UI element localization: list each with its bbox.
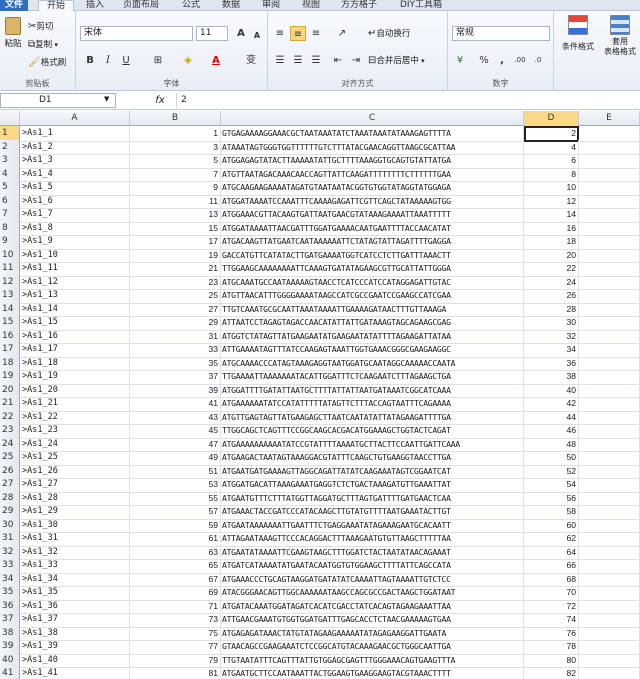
column-header-row: A B C D E	[0, 111, 640, 126]
name-box-dropdown-icon[interactable]: ▼	[104, 95, 109, 103]
number-format-select[interactable]: 常规	[452, 26, 550, 41]
merge-center-label: 合并后居中	[376, 56, 419, 66]
align-middle-icon[interactable]: ≡	[290, 26, 306, 41]
column-header-d[interactable]: D	[524, 111, 579, 126]
underline-button[interactable]: U	[118, 53, 134, 68]
align-bottom-icon[interactable]: ≡	[308, 26, 324, 41]
font-group: 宋体 11 A A B I U ⊞ ◈ A 变 字体	[76, 11, 268, 91]
font-size-select[interactable]: 11	[196, 26, 228, 41]
italic-button[interactable]: I	[100, 53, 116, 68]
phonetic-button[interactable]: 变	[240, 53, 262, 68]
worksheet-grid: 1 >As1_1 1 GTGAGAAAAGGAAACGCTAATAAATATCTAAA…	[0, 126, 640, 679]
increase-decimal-icon[interactable]: .00	[512, 53, 528, 68]
column-header-c[interactable]: C	[221, 111, 524, 126]
bold-button[interactable]: B	[82, 53, 98, 68]
cell-b[interactable]: 81	[130, 666, 221, 679]
align-left-icon[interactable]: ☰	[272, 53, 288, 68]
tab-formulas[interactable]: 公式	[176, 0, 206, 11]
merge-center-button[interactable]: ⊟合并后居中 ▾	[368, 54, 425, 68]
comma-button[interactable]: ,	[494, 53, 510, 68]
insert-function-button[interactable]: fx	[150, 93, 170, 108]
column-header-b[interactable]: B	[130, 111, 221, 126]
cell-e[interactable]	[579, 666, 640, 679]
column-header-e[interactable]: E	[579, 111, 640, 126]
alignment-group: ≡ ≡ ≡ ↗ ↵自动换行 ☰ ☰ ☰ ⇤ ⇥ ⊟合并后居中 ▾ 对齐方式	[268, 11, 448, 91]
conditional-format-button[interactable]: 条件格式	[558, 15, 598, 52]
name-box[interactable]: D1	[0, 93, 116, 108]
clipboard-group: 粘贴 ✂剪切 ⧉复制 ▾ 🖌格式刷 剪贴板	[0, 11, 76, 91]
formula-input[interactable]: 2	[176, 93, 638, 108]
brush-icon: 🖌	[28, 57, 41, 68]
cut-button[interactable]: ✂剪切	[28, 20, 53, 34]
table-row: 41 >As1_41 81 ATGAATGCTTCCAATAAATTACTGGAAGT…	[0, 666, 640, 679]
align-right-icon[interactable]: ☰	[308, 53, 324, 68]
font-group-label: 字体	[163, 79, 180, 88]
currency-icon[interactable]: ¥	[452, 53, 468, 68]
ribbon-tab-bar: 文件 开始 插入 页面布局 公式 数据 审阅 视图 方方格子 DIY工具箱	[0, 0, 640, 12]
ribbon: 粘贴 ✂剪切 ⧉复制 ▾ 🖌格式刷 剪贴板 宋体 11 A A B I U ⊞ …	[0, 11, 640, 91]
tab-insert[interactable]: 插入	[80, 0, 110, 11]
copy-label: 复制	[35, 40, 53, 50]
fill-color-icon[interactable]: ◈	[180, 53, 196, 68]
format-painter-label: 格式刷	[40, 58, 67, 68]
cut-label: 剪切	[36, 22, 54, 32]
formula-bar: D1 ▼ fx 2	[0, 92, 640, 110]
font-name-select[interactable]: 宋体	[80, 26, 193, 41]
border-icon[interactable]: ⊞	[150, 53, 166, 68]
decrease-decimal-icon[interactable]: .0	[530, 53, 546, 68]
increase-indent-icon[interactable]: ⇥	[348, 53, 364, 68]
format-painter-button[interactable]: 🖌格式刷	[28, 56, 66, 70]
paste-icon	[5, 17, 21, 35]
tab-file[interactable]: 文件	[0, 0, 28, 11]
wrap-text-label: 自动换行	[376, 29, 411, 39]
font-color-icon[interactable]: A	[208, 53, 224, 68]
tab-review[interactable]: 审阅	[256, 0, 286, 11]
paste-label: 粘贴	[4, 39, 22, 49]
number-group-label: 数字	[492, 79, 509, 88]
paste-button[interactable]: 粘贴	[2, 15, 24, 59]
clipboard-group-label: 剪贴板	[25, 79, 50, 88]
tab-page-layout[interactable]: 页面布局	[118, 0, 164, 11]
wrap-text-button[interactable]: ↵自动换行	[368, 27, 410, 41]
tab-data[interactable]: 数据	[216, 0, 246, 11]
table-icon	[610, 15, 630, 35]
format-as-table-label: 套用 表格格式	[604, 37, 636, 56]
cell-c[interactable]: ATGAATGCTTCCAATAAATTACTGGAAGTGAAGGAAGTAC…	[221, 666, 524, 679]
align-center-icon[interactable]: ☰	[290, 53, 306, 68]
tab-fangfang[interactable]: 方方格子	[336, 0, 382, 11]
format-as-table-button[interactable]: 套用 表格格式	[600, 15, 640, 57]
row-header[interactable]: 41	[0, 666, 20, 679]
cell-a[interactable]: >As1_41	[20, 666, 130, 679]
select-all-corner[interactable]	[0, 111, 20, 126]
percent-button[interactable]: %	[476, 53, 492, 68]
column-header-a[interactable]: A	[20, 111, 130, 126]
shrink-font-button[interactable]: A	[249, 28, 265, 43]
tab-view[interactable]: 视图	[296, 0, 326, 11]
alignment-group-label: 对齐方式	[341, 79, 374, 88]
tab-diy-toolbox[interactable]: DIY工具箱	[396, 0, 446, 11]
decrease-indent-icon[interactable]: ⇤	[330, 53, 346, 68]
cell-d[interactable]: 82	[524, 666, 579, 679]
conditional-format-icon	[568, 15, 588, 35]
align-top-icon[interactable]: ≡	[272, 26, 288, 41]
styles-group: 条件格式 套用 表格格式	[554, 11, 640, 91]
number-group: 常规 ¥ % , .00 .0 数字	[448, 11, 554, 91]
copy-button[interactable]: ⧉复制 ▾	[28, 38, 58, 52]
conditional-format-label: 条件格式	[562, 42, 594, 51]
orientation-icon[interactable]: ↗	[334, 26, 350, 41]
grow-font-button[interactable]: A	[233, 26, 249, 41]
